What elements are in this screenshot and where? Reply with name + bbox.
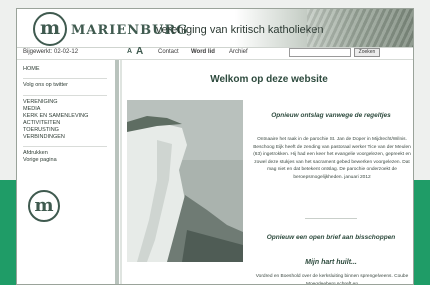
sidebar-item-toerusting[interactable]: TOERUSTING xyxy=(23,127,59,133)
cliff-illustration xyxy=(127,100,243,262)
print-link[interactable]: Afdrukken xyxy=(23,150,48,156)
sidebar-item-vereniging[interactable]: VERENIGING xyxy=(23,99,58,105)
header-photo xyxy=(307,9,413,47)
toolbar: Bijgewerkt: 02-02-12 A A Contact Word li… xyxy=(17,46,413,60)
sidebar-divider xyxy=(23,95,107,96)
search-button[interactable]: Zoeken xyxy=(354,48,380,57)
search-input[interactable] xyxy=(289,48,351,57)
font-size-large-button[interactable]: A xyxy=(136,46,143,57)
sidebar-divider xyxy=(23,78,107,79)
font-size-small-button[interactable]: A xyxy=(127,48,132,55)
site-subtitle: vereniging van kritisch katholieken xyxy=(156,24,324,36)
article-2-title[interactable]: Opnieuw een open brief aan bisschoppen xyxy=(249,234,413,241)
sidebar-item-verbindingen[interactable]: VERBINDINGEN xyxy=(23,134,65,140)
sidebar-item-kerk-en-samenleving[interactable]: KERK EN SAMENLEVING xyxy=(23,113,88,119)
nav-link-contact[interactable]: Contact xyxy=(158,49,179,55)
sidebar-divider xyxy=(23,146,107,147)
cliff-photo xyxy=(127,100,243,262)
main-content: Welkom op deze website Opnieuw ontslag v… xyxy=(125,60,413,285)
sidebar-item-media[interactable]: MEDIA xyxy=(23,106,40,112)
article-1-title[interactable]: Opnieuw ontslag vanwege de regeltjes xyxy=(249,112,413,119)
nav-link-archief[interactable]: Archief xyxy=(229,49,248,55)
sidebar-separator xyxy=(115,60,119,284)
article-2-subtitle: Mijn hart huilt... xyxy=(305,259,357,266)
sidebar: HOME Volg ons op twitter VERENIGING MEDI… xyxy=(17,60,115,284)
sidebar-separator-light xyxy=(120,60,122,284)
sidebar-item-activiteiten[interactable]: ACTIVITEITEN xyxy=(23,120,60,126)
nav-link-word-lid[interactable]: Word lid xyxy=(191,49,215,55)
page-heading: Welkom op deze website xyxy=(210,74,328,85)
site-logo[interactable]: m xyxy=(33,12,67,46)
site-header: m MARIENBURG vereniging van kritisch kat… xyxy=(17,9,413,48)
last-updated-label: Bijgewerkt: 02-02-12 xyxy=(23,49,79,55)
sidebar-item-twitter[interactable]: Volg ons op twitter xyxy=(23,82,68,88)
article-2-body: Vordred en Boeshold over de kerksluiting… xyxy=(255,274,409,285)
sidebar-item-home[interactable]: HOME xyxy=(23,66,40,72)
sidebar-logo: m xyxy=(28,190,60,222)
previous-page-link[interactable]: Vorige pagina xyxy=(23,157,57,163)
article-1-body: Ontnaaire het raak in de parochie St. Ja… xyxy=(253,137,411,180)
website-page: m MARIENBURG vereniging van kritisch kat… xyxy=(16,8,414,285)
article-divider xyxy=(305,218,357,219)
